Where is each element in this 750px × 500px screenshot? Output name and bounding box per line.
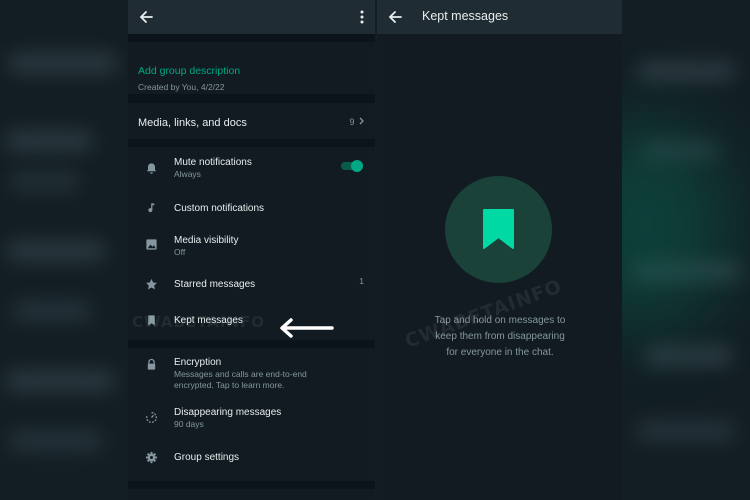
- bell-icon: [146, 163, 157, 174]
- media-links-docs-row[interactable]: Media, links, and docs 9: [128, 103, 375, 139]
- watermark-left: CWABETAINFO: [132, 313, 265, 331]
- encryption-subtitle-line-2: encrypted. Tap to learn more.: [174, 380, 285, 390]
- star-icon: [146, 278, 157, 290]
- music-note-icon: [148, 203, 155, 213]
- disappearing-messages-title: Disappearing messages: [174, 407, 282, 418]
- kept-messages-title: Kept messages: [422, 9, 509, 23]
- starred-messages-row[interactable]: Starred messages 1: [128, 273, 375, 297]
- security-settings-card: Encryption Messages and calls are end-to…: [128, 348, 375, 481]
- encryption-subtitle-line-1: Messages and calls are end-to-end: [174, 369, 307, 379]
- kept-messages-header: Kept messages: [377, 0, 622, 34]
- kept-messages-panel: Kept messages Tap and hold on messages t…: [377, 0, 622, 500]
- group-description-card: Add group description Created by You, 4/…: [128, 42, 375, 94]
- group-settings-title: Group settings: [174, 452, 240, 463]
- media-visibility-row[interactable]: Media visibility Off: [128, 231, 375, 265]
- encryption-title: Encryption: [174, 357, 222, 368]
- disappearing-messages-subtitle: 90 days: [174, 419, 204, 429]
- media-visibility-subtitle: Off: [174, 247, 186, 257]
- mute-notifications-subtitle: Always: [174, 169, 201, 179]
- media-count-value: 9: [349, 117, 355, 127]
- chevron-right-icon: [359, 117, 364, 125]
- group-info-panel: Add group description Created by You, 4/…: [128, 0, 375, 500]
- custom-notifications-row[interactable]: Custom notifications: [128, 197, 375, 221]
- back-arrow-icon[interactable]: [138, 9, 154, 25]
- image-icon: [146, 239, 157, 250]
- more-options-icon[interactable]: [359, 9, 365, 25]
- custom-notifications-title: Custom notifications: [174, 203, 265, 214]
- media-links-docs-label: Media, links, and docs: [138, 117, 247, 129]
- lock-icon: [147, 358, 156, 370]
- group-settings-row[interactable]: Group settings: [128, 446, 375, 470]
- media-count: 9: [349, 117, 365, 127]
- bookmark-icon: [483, 209, 514, 249]
- notification-settings-card: Mute notifications Always Custom notific…: [128, 147, 375, 340]
- created-by-text: Created by You, 4/2/22: [138, 82, 225, 92]
- disappearing-messages-row[interactable]: Disappearing messages 90 days: [128, 406, 375, 436]
- empty-state-line-3: for everyone in the chat.: [446, 347, 554, 358]
- kept-messages-illustration: [445, 176, 552, 283]
- add-group-description-link[interactable]: Add group description: [138, 65, 240, 77]
- annotation-arrow-icon: [280, 318, 334, 338]
- encryption-row[interactable]: Encryption Messages and calls are end-to…: [128, 356, 375, 396]
- mute-notifications-row[interactable]: Mute notifications Always: [128, 147, 375, 185]
- back-arrow-icon[interactable]: [387, 9, 403, 25]
- mute-notifications-title: Mute notifications: [174, 157, 252, 168]
- media-visibility-title: Media visibility: [174, 235, 239, 246]
- timer-icon: [146, 412, 157, 423]
- starred-messages-title: Starred messages: [174, 279, 256, 290]
- starred-count-badge: 1: [359, 276, 364, 286]
- group-info-header: [128, 0, 375, 34]
- gear-icon: [145, 451, 158, 464]
- mute-toggle[interactable]: [341, 160, 363, 172]
- blurred-background: [0, 0, 750, 500]
